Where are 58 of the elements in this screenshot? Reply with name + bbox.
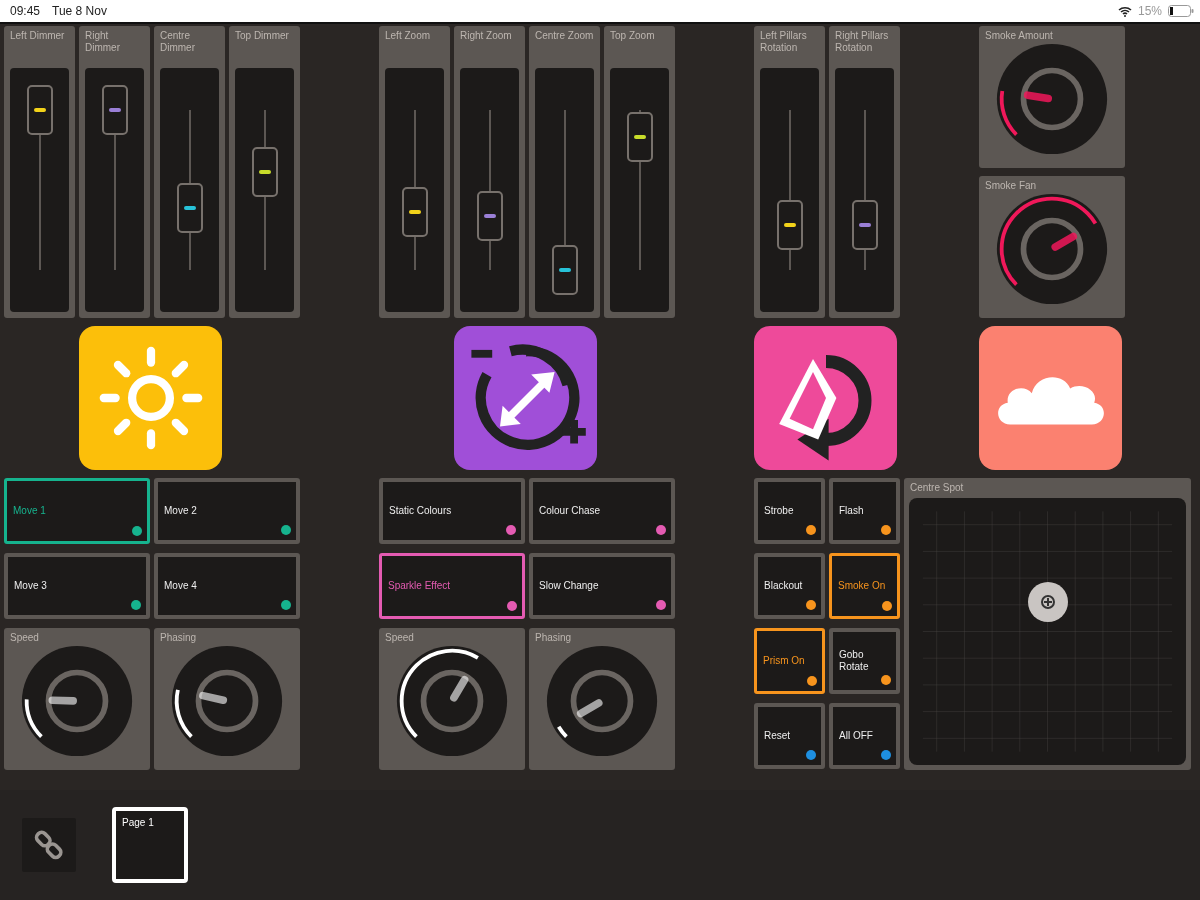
wifi-icon <box>1117 5 1132 17</box>
fader-label: Right Zoom <box>459 29 513 43</box>
fader-thumb[interactable] <box>251 147 278 198</box>
cloud-tile[interactable] <box>979 326 1122 470</box>
fader-label: Right Pillars Rotation <box>834 29 890 55</box>
trigger-button[interactable]: Flash <box>829 478 900 544</box>
zoom-tile[interactable] <box>454 326 597 470</box>
rotary-knob[interactable] <box>170 644 284 758</box>
page-button[interactable]: Page 1 <box>112 807 188 883</box>
fader-label: Left Zoom <box>384 29 432 43</box>
fader-label: Top Dimmer <box>234 29 290 43</box>
rotary-knob[interactable] <box>20 644 134 758</box>
trigger-button[interactable]: Blackout <box>754 553 825 619</box>
fader-thumb[interactable] <box>851 200 878 251</box>
xy-handle-icon[interactable] <box>1027 581 1068 622</box>
trigger-button[interactable]: Move 3 <box>4 553 150 619</box>
trigger-button[interactable]: Slow Change <box>529 553 675 619</box>
fader-label: Centre Dimmer <box>159 29 196 55</box>
knob-label: Smoke Fan <box>984 179 1038 192</box>
fader-label: Centre Zoom <box>534 29 595 43</box>
prism-tile[interactable] <box>754 326 897 470</box>
fader-label: Left Pillars Rotation <box>759 29 808 55</box>
fader-thumb[interactable] <box>401 187 428 238</box>
trigger-button[interactable]: Static Colours <box>379 478 525 544</box>
fader-thumb[interactable] <box>176 182 203 233</box>
knob-label: Phasing <box>159 631 198 644</box>
knob-label: Smoke Amount <box>984 29 1054 42</box>
battery-percent: 15% <box>1137 4 1162 18</box>
fader-thumb[interactable] <box>551 245 578 295</box>
fader-thumb[interactable] <box>626 112 653 163</box>
fader-thumb[interactable] <box>101 85 128 135</box>
fader-label: Top Zoom <box>609 29 656 43</box>
trigger-button[interactable]: Move 2 <box>154 478 300 544</box>
fader-thumb[interactable] <box>476 190 503 241</box>
knob-label: Phasing <box>534 631 573 644</box>
fader-label: Right Dimmer <box>84 29 121 55</box>
fader-thumb[interactable] <box>776 200 803 251</box>
trigger-button[interactable]: Gobo Rotate <box>829 628 900 694</box>
knob-label: Speed <box>9 631 40 644</box>
fader-label: Left Dimmer <box>9 29 66 43</box>
trigger-button[interactable]: Colour Chase <box>529 478 675 544</box>
trigger-button[interactable]: Move 4 <box>154 553 300 619</box>
trigger-button[interactable]: Strobe <box>754 478 825 544</box>
knob-label: Speed <box>384 631 415 644</box>
trigger-button[interactable]: Smoke On <box>829 553 900 619</box>
trigger-button[interactable]: Sparkle Effect <box>379 553 525 619</box>
rotary-knob[interactable] <box>395 644 509 758</box>
trigger-button[interactable]: Reset <box>754 703 825 769</box>
status-date: Tue 8 Nov <box>52 4 107 18</box>
link-button[interactable] <box>22 818 76 872</box>
trigger-button[interactable]: All OFF <box>829 703 900 769</box>
fader-thumb[interactable] <box>26 85 53 135</box>
sun-tile[interactable] <box>79 326 222 470</box>
battery-icon <box>1168 5 1194 17</box>
trigger-button[interactable]: Prism On <box>754 628 825 694</box>
xy-pad-label: Centre Spot <box>909 481 965 494</box>
status-time: 09:45 <box>10 4 41 18</box>
trigger-button[interactable]: Move 1 <box>4 478 150 544</box>
